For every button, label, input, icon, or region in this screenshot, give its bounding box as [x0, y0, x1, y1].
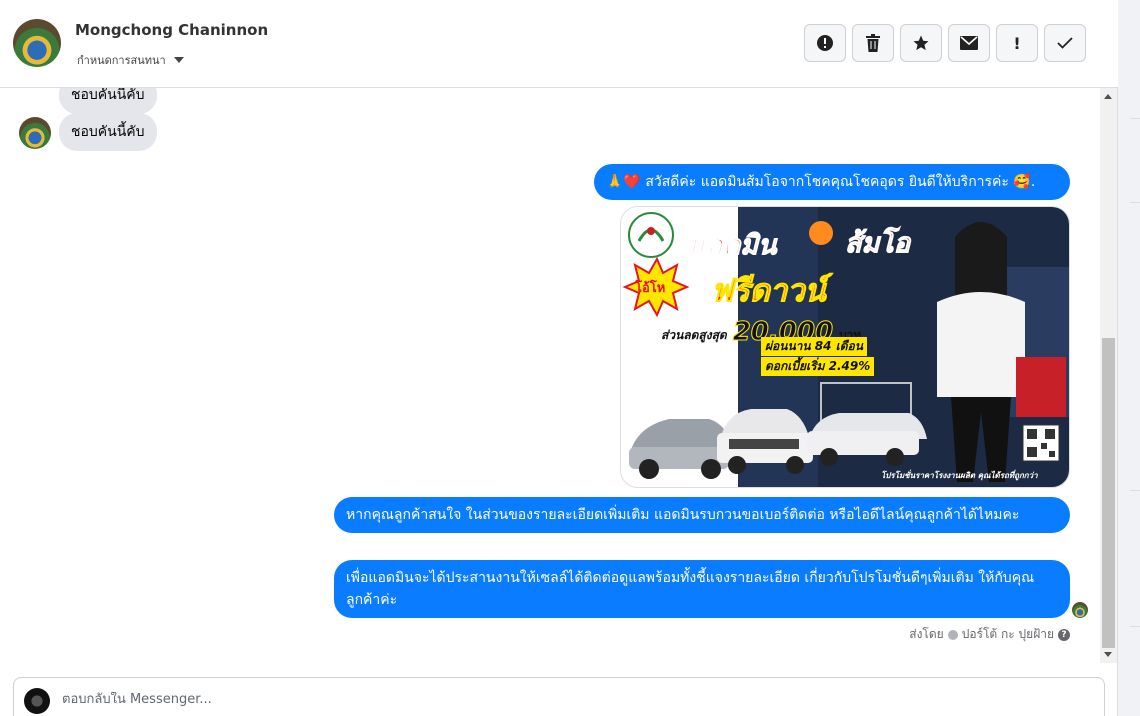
outgoing-message-details[interactable]: หากคุณลูกค้าสนใจ ในส่วนของรายละเอียดเพิ่…: [334, 497, 1070, 533]
scroll-thumb[interactable]: [1102, 338, 1115, 648]
sent-by-info: ส่งโดย ปอร์โต้ กะ ปุยฝ้าย ?: [909, 625, 1070, 644]
report-button[interactable]: [804, 24, 846, 62]
orange-icon: [809, 221, 833, 245]
trash-icon: [866, 34, 880, 52]
promo-image[interactable]: แอดมิน ส้มโอ โอ้โห ฟรีดาวน์ ส่วนลดสูงสุด…: [620, 206, 1070, 488]
seen-avatar: [1072, 602, 1088, 618]
help-icon[interactable]: ?: [1058, 628, 1070, 641]
conversation-settings-dropdown[interactable]: กำหนดการสนทนา: [77, 51, 184, 69]
conversation-header: Mongchong Chaninnon กำหนดการสนทนา !: [0, 0, 1118, 88]
contact-avatar[interactable]: [13, 19, 61, 67]
conversation-settings-label: กำหนดการสนทนา: [77, 54, 166, 67]
reply-input[interactable]: [62, 692, 962, 707]
message-scrollbar[interactable]: [1100, 88, 1117, 663]
scroll-down-arrow-icon[interactable]: [1104, 652, 1112, 657]
promo-interest: ดอกเบี้ยเริ่ม 2.49%: [761, 357, 875, 376]
contact-name[interactable]: Mongchong Chaninnon: [75, 21, 268, 39]
messenger-app: Mongchong Chaninnon กำหนดการสนทนา ! ชอบค…: [0, 0, 1140, 716]
exclamation-icon: !: [1013, 33, 1021, 53]
incoming-message[interactable]: ชอบคันนี้คับ: [59, 88, 157, 114]
promo-title-2: ส้มโอ: [845, 228, 911, 260]
promo-installment: ผ่อนนาน 84 เดือน: [761, 337, 867, 356]
reply-composer: [13, 677, 1105, 716]
conversation-toolbar: !: [804, 24, 1086, 62]
sidebar-divider: [1130, 490, 1140, 491]
check-icon: [1057, 37, 1073, 49]
right-sidebar-edge: [1118, 0, 1140, 716]
sender-avatar[interactable]: [19, 117, 51, 149]
promo-title-1: แอดมิน: [688, 230, 777, 262]
sidebar-divider: [1130, 626, 1140, 627]
verified-dot-icon: [947, 629, 958, 640]
alert-circle-icon: [817, 35, 833, 51]
promo-footer: โปรโมชั่นราคาโรงงานผลิต คุณได้รถที่ถูกกว…: [881, 471, 1038, 480]
model-shirt: [937, 292, 1025, 397]
star-button[interactable]: [900, 24, 942, 62]
caret-down-icon: [173, 57, 184, 63]
sent-by-name[interactable]: ปอร์โต้ กะ ปุยฝ้าย: [962, 625, 1054, 644]
promo-discount-label: ส่วนลดสูงสุด: [661, 328, 727, 342]
sidebar-divider: [1130, 118, 1140, 119]
page-avatar: [24, 688, 50, 714]
scroll-up-arrow-icon[interactable]: [1104, 94, 1112, 99]
message-list[interactable]: ชอบคันนี้คับ ชอบคันนี้คับ 🙏❤️ สวัสดีค่ะ …: [0, 88, 1100, 663]
spam-button[interactable]: !: [996, 24, 1038, 62]
outgoing-message-greeting[interactable]: 🙏❤️ สวัสดีค่ะ แอดมินส้มโอจากโชคคุณโชคอุด…: [594, 164, 1070, 200]
incoming-message[interactable]: ชอบคันนี้คับ: [59, 113, 157, 151]
sidebar-divider: [1130, 202, 1140, 203]
sent-by-label: ส่งโดย: [909, 627, 944, 641]
promo-badge: โอ้โห: [635, 281, 666, 296]
star-icon: [913, 35, 929, 51]
mark-done-button[interactable]: [1044, 24, 1086, 62]
conversation-pane: Mongchong Chaninnon กำหนดการสนทนา ! ชอบค…: [0, 0, 1118, 716]
delete-button[interactable]: [852, 24, 894, 62]
outgoing-message-coordinate[interactable]: เพื่อแอดมินจะได้ประสานงานให้เซลล์ได้ติดต…: [334, 560, 1070, 618]
envelope-icon: [960, 36, 978, 50]
promo-headline: ฟรีดาวน์: [711, 273, 827, 310]
mark-unread-button[interactable]: [948, 24, 990, 62]
